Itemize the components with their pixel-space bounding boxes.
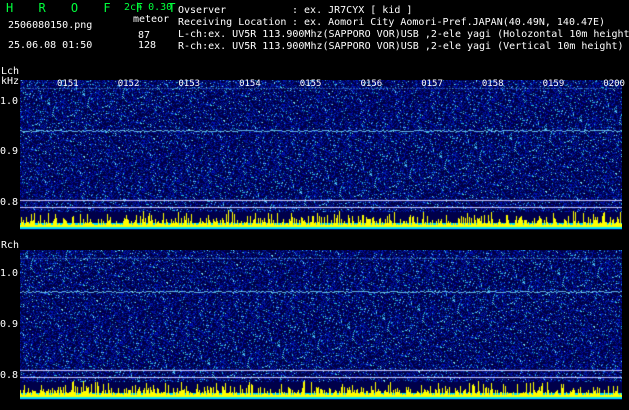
rch-spectrogram <box>20 250 622 400</box>
observer-value: : ex. JR7CYX [ kid ] <box>292 5 413 16</box>
lch-spectrogram <box>20 80 622 230</box>
time-label: 0156 <box>360 79 383 89</box>
time-label: 0151 <box>57 79 79 89</box>
rch-description: R-ch:ex. UV5R 113.900Mhz(SAPPORO VOR)USB… <box>178 41 624 52</box>
time-label: 0200 <box>603 79 625 89</box>
mode-label: meteor <box>133 14 170 25</box>
observer-label: Ovserver <box>178 5 227 16</box>
location-value: : ex. Aomori City Aomori-Pref.JAPAN(40.4… <box>292 17 606 28</box>
date-time: 25.06.08 01:50 <box>8 40 93 51</box>
time-label: 0159 <box>542 79 565 89</box>
rch-label: Rch <box>1 240 20 251</box>
khz-unit: kHz <box>1 76 20 87</box>
rch-tick-1-0: 1.0 <box>0 268 19 279</box>
rch-tick-0-8: 0.8 <box>0 370 19 381</box>
location-label: Receiving Location <box>178 17 287 28</box>
time-label: 0158 <box>481 79 504 89</box>
lch-tick-0-9: 0.9 <box>0 146 19 157</box>
time-label: 0152 <box>117 79 140 89</box>
file-name: 2506080150.png <box>8 20 93 31</box>
rch-count: 128 <box>137 40 156 51</box>
time-label: 0154 <box>239 79 261 89</box>
time-label: 0157 <box>421 79 443 89</box>
lch-description: L-ch:ex. UV5R 113.900Mhz(SAPPORO VOR)USB… <box>178 29 629 40</box>
time-label: 0153 <box>178 79 201 89</box>
time-label: 0155 <box>299 79 322 89</box>
rch-tick-0-9: 0.9 <box>0 319 19 330</box>
lch-tick-0-8: 0.8 <box>0 197 19 208</box>
app-version: 2ch 0.30 <box>124 2 173 13</box>
lch-tick-1-0: 1.0 <box>0 96 19 107</box>
